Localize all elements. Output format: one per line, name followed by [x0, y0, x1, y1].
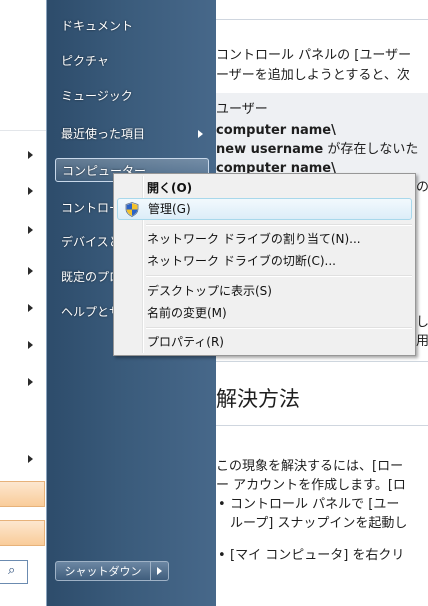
code-line: computer name\ [216, 123, 336, 138]
article-text: コントロール パネルの [ユーザー [216, 48, 412, 63]
menu-item-disconnect-network-drive[interactable]: ネットワーク ドライブの切断(C)... [117, 250, 412, 272]
code-line: new username が存在しないた [216, 142, 419, 157]
menu-item-music[interactable]: ミュージック [55, 84, 209, 108]
menu-separator [146, 224, 412, 226]
search-box[interactable]: ⌕ [0, 560, 28, 584]
divider [216, 361, 428, 362]
menu-item-label: 管理(G) [148, 202, 191, 216]
article-text: 用 [416, 334, 428, 349]
search-icon[interactable]: ⌕ [8, 563, 15, 578]
submenu-arrow-icon[interactable] [28, 151, 33, 159]
shutdown-button[interactable]: シャットダウン [55, 561, 151, 581]
article-text: の [416, 180, 428, 195]
divider [216, 425, 428, 426]
divider [0, 130, 46, 131]
submenu-arrow-icon[interactable] [28, 304, 33, 312]
article-text: ーザーを追加しようとすると、次 [216, 68, 410, 83]
submenu-arrow-icon[interactable] [28, 455, 33, 463]
program-list: ⌕ [0, 0, 46, 606]
bullet-icon: • [218, 548, 226, 563]
menu-item-documents[interactable]: ドキュメント [55, 14, 209, 38]
menu-item-manage[interactable]: 管理(G) [117, 198, 412, 220]
menu-item-rename[interactable]: 名前の変更(M) [117, 302, 412, 324]
submenu-arrow-icon[interactable] [28, 378, 33, 386]
article-text: [マイ コンピュータ] を右クリ [230, 548, 405, 563]
article-text: この現象を解決するには、[ロー [216, 459, 404, 474]
menu-item-map-network-drive[interactable]: ネットワーク ドライブの割り当て(N)... [117, 228, 412, 250]
article-text: ループ] スナップインを起動し [230, 516, 408, 531]
chevron-right-icon [157, 567, 162, 575]
article-text: コントロール パネルで [ユー [230, 497, 400, 512]
program-item[interactable] [0, 481, 45, 507]
context-menu: 開く(O) 管理(G) ネットワーク ドライブの割り当て(N)... ネットワー… [113, 173, 416, 356]
divider [216, 19, 428, 20]
menu-item-pictures[interactable]: ピクチャ [55, 49, 209, 73]
menu-separator [146, 327, 412, 329]
article-text: ー アカウントを作成します。[ロ [216, 478, 406, 493]
shutdown-options-button[interactable] [151, 561, 169, 581]
section-heading: 解決方法 [216, 387, 300, 411]
program-item[interactable] [0, 520, 45, 546]
menu-item-properties[interactable]: プロパティ(R) [117, 331, 412, 353]
menu-item-show-on-desktop[interactable]: デスクトップに表示(S) [117, 280, 412, 302]
menu-item-recent-items[interactable]: 最近使った項目 [55, 122, 209, 146]
submenu-arrow-icon[interactable] [28, 187, 33, 195]
bullet-icon: • [218, 497, 226, 512]
uac-shield-icon [125, 202, 139, 217]
code-line: ユーザー [216, 102, 268, 117]
chevron-right-icon [198, 130, 203, 138]
article-text: し [416, 315, 428, 330]
menu-item-open[interactable]: 開く(O) [117, 177, 412, 199]
submenu-arrow-icon[interactable] [28, 226, 33, 234]
submenu-arrow-icon[interactable] [28, 267, 33, 275]
menu-separator [146, 275, 412, 277]
submenu-arrow-icon[interactable] [28, 341, 33, 349]
